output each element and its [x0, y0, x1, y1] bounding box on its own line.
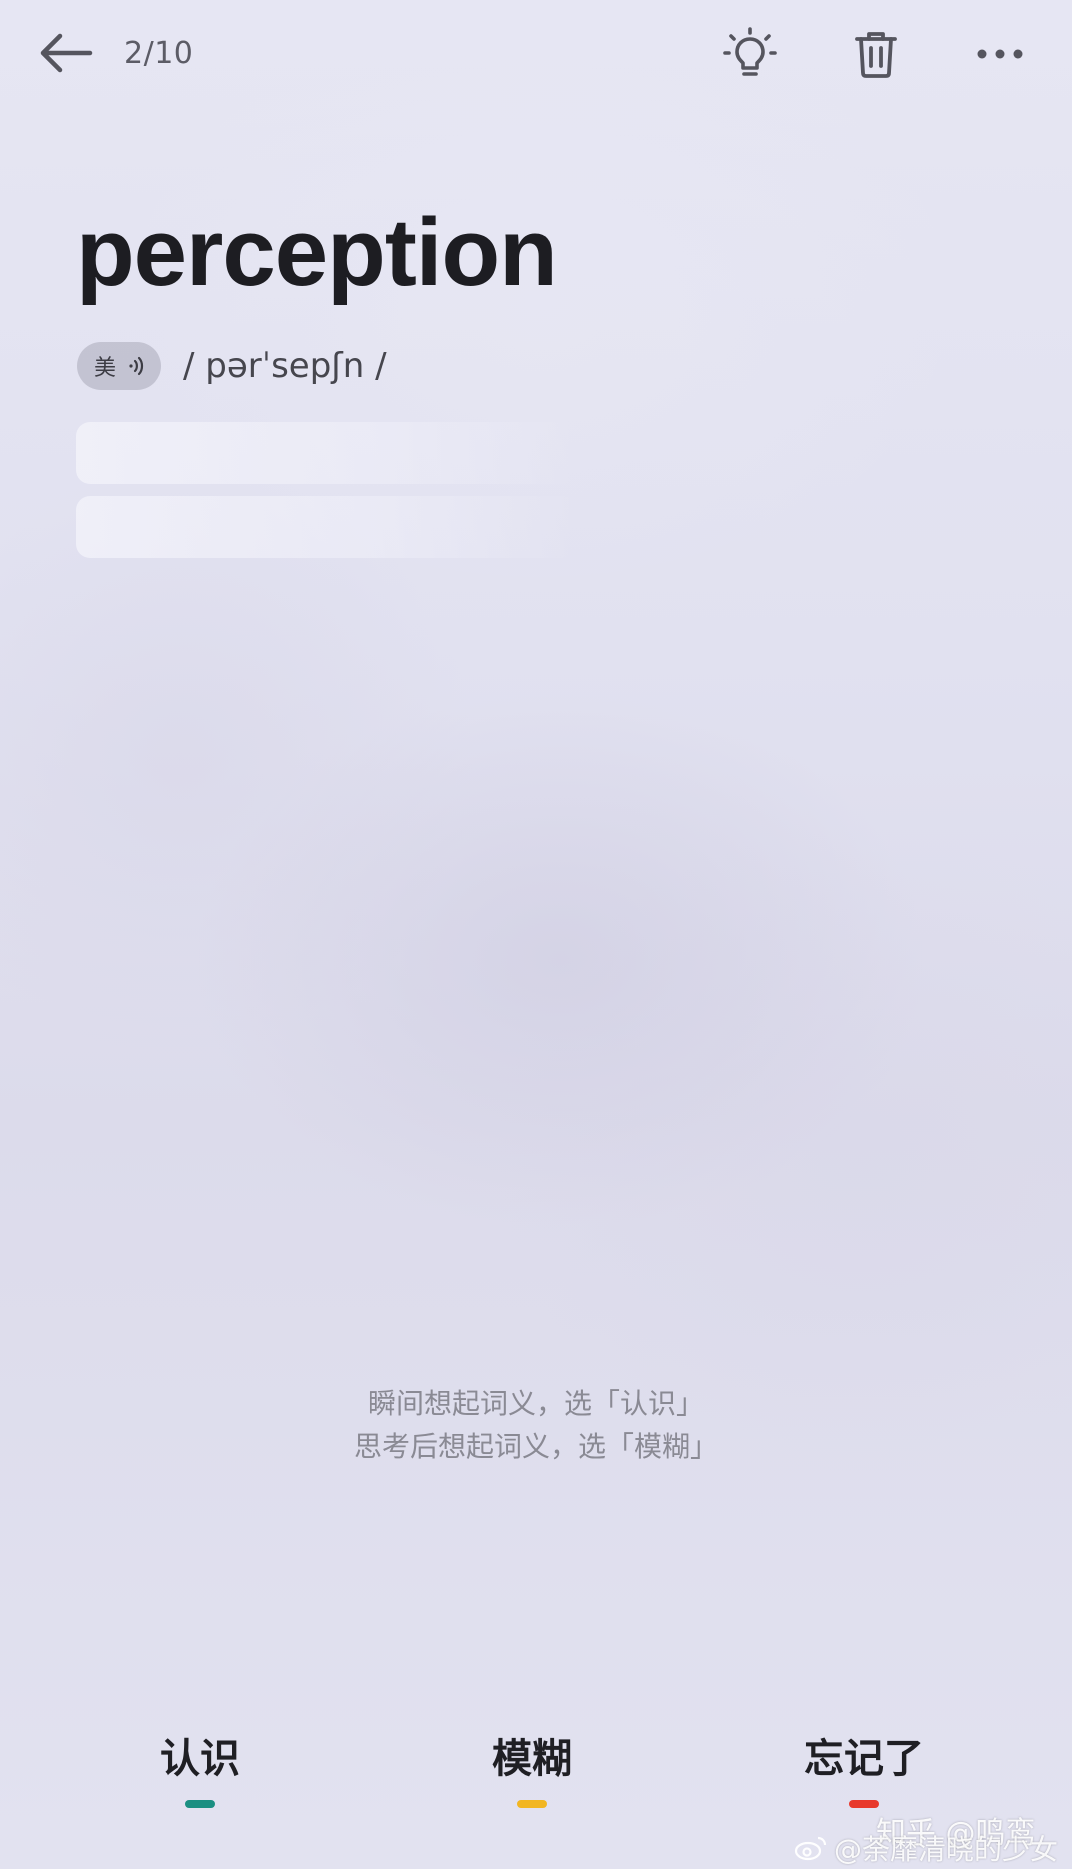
more-horizontal-icon	[977, 49, 1023, 59]
weibo-watermark-text: @荼靡清晓的少女	[834, 1833, 1059, 1866]
definition-placeholder	[76, 496, 576, 558]
vague-indicator	[517, 1800, 547, 1808]
trash-icon	[855, 32, 897, 78]
us-pronunciation-button[interactable]: 美	[77, 342, 161, 390]
pronunciation-row: 美 / pərˈsepʃn /	[77, 342, 387, 390]
delete-button[interactable]	[848, 26, 904, 82]
progress-counter: 2/10	[124, 36, 194, 71]
top-bar: 2/10	[0, 0, 1072, 110]
arrow-left-icon	[40, 33, 93, 73]
lightbulb-icon	[723, 27, 777, 76]
more-button[interactable]	[972, 26, 1028, 82]
speaker-icon	[129, 356, 144, 376]
instructions: 瞬间想起词义，选「认识」 思考后想起词义，选「模糊」	[0, 1382, 1072, 1468]
back-button[interactable]	[36, 30, 96, 76]
word-title: perception	[76, 199, 558, 306]
hint-button[interactable]	[722, 26, 778, 82]
forgot-label: 忘记了	[804, 1736, 924, 1782]
vague-button[interactable]: 模糊	[412, 1726, 652, 1826]
know-label: 认识	[160, 1736, 240, 1782]
weibo-watermark: @荼靡清晓的少女	[794, 1828, 1058, 1868]
weibo-logo-icon	[794, 1836, 827, 1861]
instruction-line: 瞬间想起词义，选「认识」	[367, 1387, 704, 1420]
know-indicator	[185, 1800, 215, 1808]
forgot-indicator	[849, 1800, 879, 1808]
accent-label: 美	[93, 356, 116, 381]
instruction-line: 思考后想起词义，选「模糊」	[353, 1430, 718, 1463]
know-button[interactable]: 认识	[80, 1726, 320, 1826]
vague-label: 模糊	[492, 1736, 572, 1782]
definition-placeholder	[76, 422, 576, 484]
phonetic-text: / pərˈsepʃn /	[183, 346, 387, 386]
